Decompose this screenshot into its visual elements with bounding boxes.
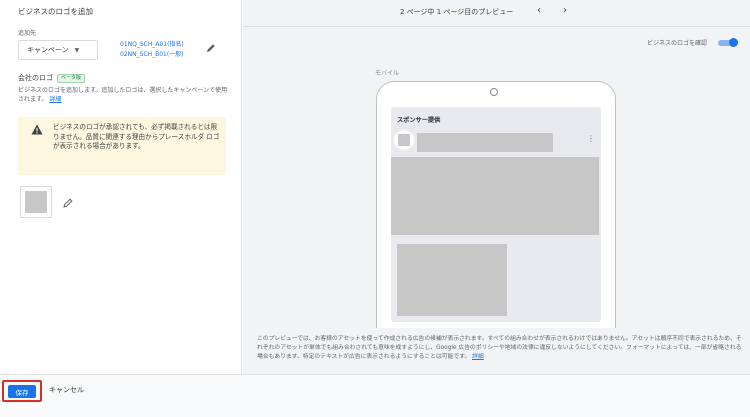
preview-toolbar: 2 ページ中 1 ページ目のプレビュー ‹ › <box>243 0 750 27</box>
ad-logo <box>394 130 414 150</box>
action-bar: 保存 キャンセル <box>0 374 750 417</box>
ad-preview: スポンサー提供 ⋮ <box>391 107 601 322</box>
destination-label: 追加先 <box>18 30 37 37</box>
edit-logo-pencil-icon[interactable] <box>62 197 74 209</box>
campaign-link-01[interactable]: 01NQ_SCH_A01(指名) <box>120 40 184 50</box>
edit-pencil-icon[interactable] <box>205 42 217 54</box>
confirm-logo-toggle[interactable] <box>718 38 738 47</box>
sponsored-label: スポンサー提供 <box>397 117 441 124</box>
mobile-label: モバイル <box>375 70 400 77</box>
preview-disclaimer: このプレビューでは、お客様のアセットを使って作成される広告の候補が表示されます。… <box>257 335 743 362</box>
company-logo-heading: 会社のロゴ ベータ版 <box>18 73 86 83</box>
warning-icon <box>31 124 43 135</box>
next-preview-button[interactable]: › <box>563 5 567 16</box>
phone-camera <box>490 88 498 96</box>
logo-description: ビジネスのロゴを追加します。追加したロゴは、選択したキャンペーンで使用されます。… <box>18 86 230 104</box>
ad-headline-placeholder <box>417 133 553 152</box>
previous-preview-button[interactable]: ‹ <box>537 5 541 16</box>
disclaimer-learn-more-link[interactable]: 詳細 <box>472 354 484 360</box>
preview-page-indicator: 2 ページ中 1 ページ目のプレビュー <box>400 8 514 16</box>
learn-more-link[interactable]: 詳細 <box>49 96 61 103</box>
warning-box: ビジネスのロゴが承認されても、必ず掲載されるとは限りません。品質に関連する理由か… <box>18 117 226 175</box>
confirm-logo-label: ビジネスのロゴを確認 <box>647 40 708 47</box>
dialog-root: ビジネスのロゴを追加 追加先 キャンペーン ▼ 01NQ_SCH_A01(指名)… <box>0 0 750 417</box>
logo-image-placeholder <box>25 191 47 213</box>
chevron-down-icon: ▼ <box>74 46 80 54</box>
disclaimer-text: このプレビューでは、お客様のアセットを使って作成される広告の候補が表示されます。… <box>257 336 742 360</box>
save-highlight: 保存 <box>2 380 42 402</box>
campaign-select-label: キャンペーン <box>27 46 69 54</box>
ad-secondary-image-placeholder <box>397 244 507 316</box>
toggle-knob <box>729 38 738 47</box>
preview-panel: 2 ページ中 1 ページ目のプレビュー ‹ › ビジネスのロゴを確認 モバイル … <box>243 0 750 374</box>
warning-text: ビジネスのロゴが承認されても、必ず掲載されるとは限りません。品質に関連する理由か… <box>53 123 220 150</box>
logo-thumbnail[interactable] <box>20 186 52 218</box>
campaign-level-select[interactable]: キャンペーン ▼ <box>18 40 98 60</box>
ad-logo-placeholder <box>398 134 410 146</box>
save-button[interactable]: 保存 <box>8 385 36 398</box>
cancel-button[interactable]: キャンセル <box>49 385 84 395</box>
more-options-icon: ⋮ <box>587 134 595 143</box>
panel-title: ビジネスのロゴを追加 <box>18 7 93 16</box>
beta-badge: ベータ版 <box>57 73 86 83</box>
logo-settings-panel: ビジネスのロゴを追加 追加先 キャンペーン ▼ 01NQ_SCH_A01(指名)… <box>0 0 242 374</box>
campaign-link-02[interactable]: 02NN_SCH_B01(一般) <box>120 50 184 60</box>
company-logo-label: 会社のロゴ <box>18 74 53 82</box>
phone-frame: スポンサー提供 ⋮ <box>376 81 616 328</box>
campaign-list: 01NQ_SCH_A01(指名) 02NN_SCH_B01(一般) <box>120 40 184 60</box>
ad-image-placeholder <box>391 157 599 235</box>
